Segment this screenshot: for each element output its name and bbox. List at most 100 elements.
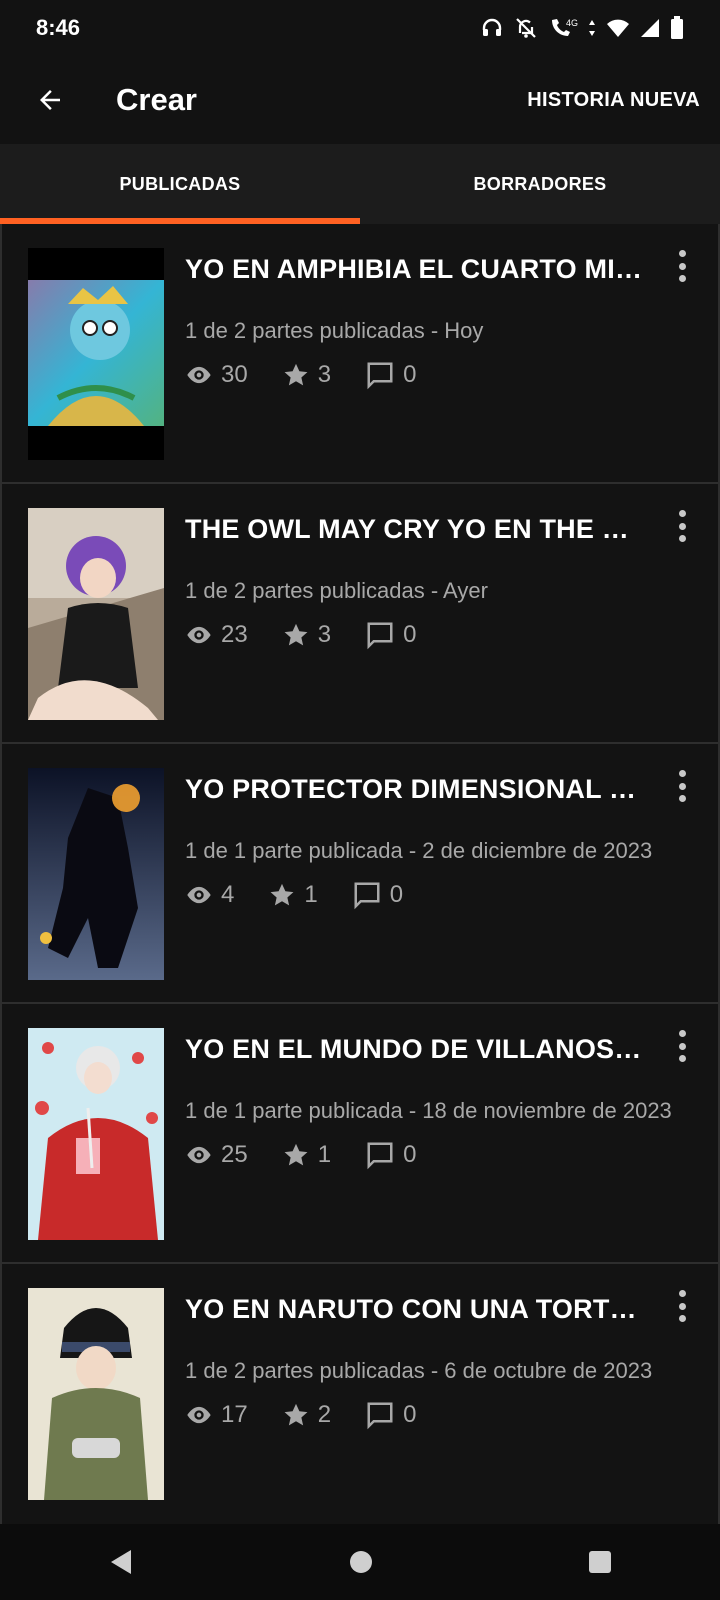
votes-count: 1 (317, 1141, 332, 1168)
comments-count: 0 (403, 361, 417, 388)
more-options-button[interactable] (670, 246, 694, 286)
story-cover-image (28, 1288, 164, 1500)
star-icon (284, 363, 308, 386)
star-icon (270, 883, 294, 906)
svg-text:4G: 4G (566, 18, 578, 28)
more-options-button[interactable] (670, 766, 694, 806)
comments-stat: 0 (365, 1400, 416, 1430)
views-count: 23 (221, 621, 248, 648)
eye-icon (187, 1146, 211, 1164)
more-options-button[interactable] (670, 1026, 694, 1066)
story-stats: 17 2 0 (185, 1400, 450, 1430)
story-parts-published: 1 de 1 parte publicada - 2 de diciembre … (185, 838, 653, 863)
more-options-button[interactable] (670, 1286, 694, 1326)
story-title: YO EN AMPHIBIA EL CUARTO MIE... (185, 254, 645, 284)
comment-icon (367, 362, 393, 390)
story-stats: 23 3 0 (185, 620, 450, 650)
eye-icon (187, 1406, 211, 1424)
wifi-call-icon: 4G (552, 18, 578, 36)
nav-recents-icon[interactable] (587, 1549, 613, 1575)
star-icon (284, 623, 308, 646)
votes-stat: 2 (282, 1401, 331, 1429)
eye-icon (187, 626, 211, 644)
app-bar: Crear HISTORIA NUEVA (0, 56, 720, 144)
comment-icon (354, 882, 380, 910)
story-card[interactable]: THE OWL MAY CRY YO EN THE OW... 1 de 2 p… (0, 482, 720, 746)
votes-stat: 1 (268, 881, 318, 909)
views-count: 30 (221, 361, 248, 388)
tab-label: BORRADORES (473, 173, 607, 194)
headphones-icon (482, 18, 502, 36)
story-card[interactable]: YO EN NARUTO CON UNA TORTUO... 1 de 2 pa… (0, 1262, 720, 1524)
tab-borradores[interactable]: BORRADORES (360, 144, 720, 224)
views-stat: 23 (185, 621, 248, 649)
views-count: 25 (221, 1141, 248, 1168)
story-stats: 30 3 0 (185, 360, 450, 390)
status-icons: 4G (480, 16, 684, 40)
story-stats: 4 1 0 (185, 880, 437, 910)
story-cover-image (28, 248, 164, 460)
system-nav-bar (0, 1524, 720, 1600)
comments-count: 0 (389, 881, 404, 908)
wifi-icon (607, 19, 629, 37)
story-cover-image (28, 1028, 164, 1240)
tab-publicadas[interactable]: PUBLICADAS (0, 144, 360, 224)
tab-label: PUBLICADAS (119, 173, 241, 194)
comments-stat: 0 (365, 360, 416, 390)
story-parts-published: 1 de 1 parte publicada - 18 de noviembre… (185, 1098, 672, 1123)
star-icon (284, 1403, 308, 1426)
story-title: YO EN EL MUNDO DE VILLANOS C... (185, 1034, 645, 1064)
status-time: 8:46 (36, 15, 81, 40)
votes-count: 3 (317, 621, 332, 648)
story-parts-published: 1 de 2 partes publicadas - Hoy (185, 318, 484, 343)
arrow-back-icon (40, 90, 60, 110)
story-title: YO EN NARUTO CON UNA TORTUO... (185, 1294, 645, 1324)
comments-count: 0 (403, 1141, 417, 1168)
story-cover-image (28, 768, 164, 980)
views-count: 17 (221, 1401, 248, 1428)
views-stat: 4 (185, 881, 234, 909)
back-button[interactable] (28, 78, 72, 122)
story-title: YO PROTECTOR DIMENSIONAL VS ... (185, 774, 645, 804)
battery-icon (671, 16, 683, 39)
comment-icon (367, 1142, 393, 1170)
story-title: THE OWL MAY CRY YO EN THE OW... (185, 514, 645, 544)
votes-stat: 3 (282, 361, 331, 389)
bell-off-icon (516, 18, 536, 38)
star-icon (284, 1143, 308, 1166)
comment-icon (367, 622, 393, 650)
views-stat: 30 (185, 361, 248, 389)
comments-count: 0 (403, 1401, 417, 1428)
signal-icon (641, 19, 659, 37)
story-card[interactable]: YO EN AMPHIBIA EL CUARTO MIE... 1 de 2 p… (0, 224, 720, 486)
eye-icon (187, 366, 211, 384)
votes-count: 1 (304, 881, 318, 908)
story-card[interactable]: YO PROTECTOR DIMENSIONAL VS ... 1 de 1 p… (0, 742, 720, 1006)
votes-count: 3 (317, 361, 332, 388)
views-stat: 17 (185, 1401, 248, 1429)
votes-count: 2 (317, 1401, 332, 1428)
story-cover-image (28, 508, 164, 720)
comments-stat: 0 (352, 880, 403, 910)
story-list[interactable]: YO EN AMPHIBIA EL CUARTO MIE... 1 de 2 p… (0, 224, 720, 1524)
votes-stat: 1 (282, 1141, 331, 1169)
story-parts-published: 1 de 2 partes publicadas - 6 de octubre … (185, 1358, 653, 1383)
eye-icon (187, 886, 211, 904)
more-options-button[interactable] (670, 506, 694, 546)
nav-home-icon[interactable] (348, 1549, 374, 1575)
new-story-button[interactable]: HISTORIA NUEVA (527, 89, 700, 112)
story-stats: 25 1 0 (185, 1140, 450, 1170)
votes-stat: 3 (282, 621, 331, 649)
comment-icon (367, 1402, 393, 1430)
nav-back-icon[interactable] (107, 1547, 135, 1577)
comments-stat: 0 (365, 1140, 416, 1170)
story-parts-published: 1 de 2 partes publicadas - Ayer (185, 578, 488, 603)
views-stat: 25 (185, 1141, 248, 1169)
views-count: 4 (221, 881, 235, 908)
tab-bar: PUBLICADAS BORRADORES (0, 144, 720, 224)
comments-stat: 0 (365, 620, 416, 650)
comments-count: 0 (403, 621, 417, 648)
status-bar: 8:46 4G (0, 0, 720, 56)
page-title: Crear (116, 82, 197, 117)
story-card[interactable]: YO EN EL MUNDO DE VILLANOS C... 1 de 1 p… (0, 1002, 720, 1266)
